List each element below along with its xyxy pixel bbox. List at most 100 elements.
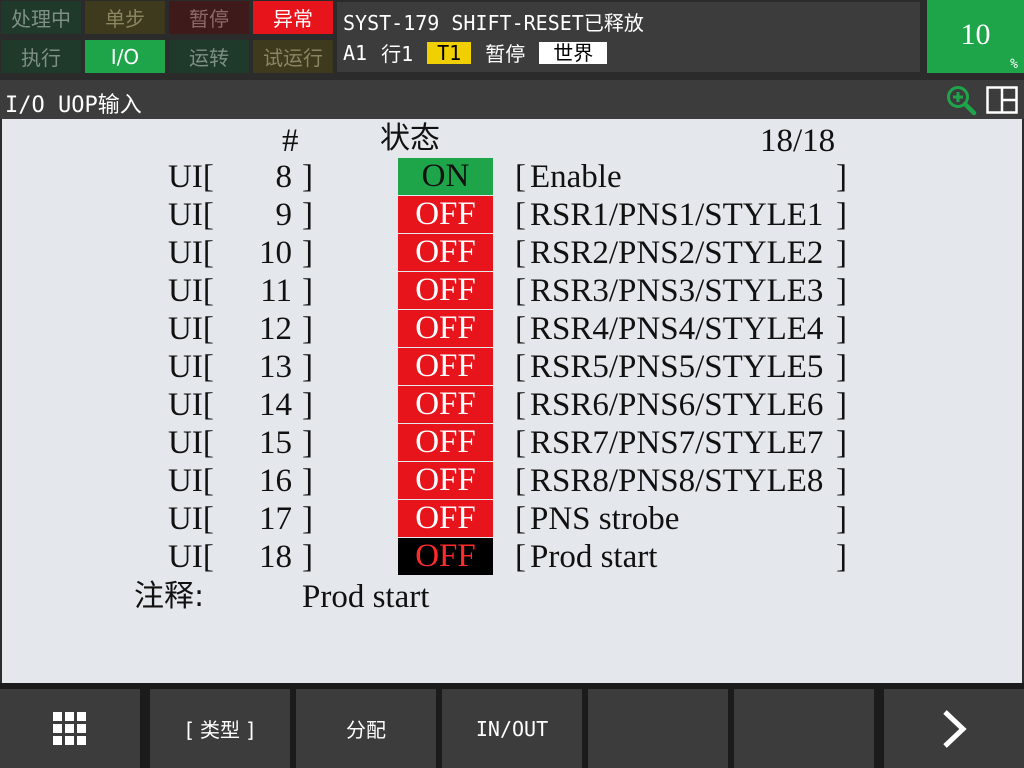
signal-comment: RSR1/PNS1/STYLE1 xyxy=(530,197,824,233)
signal-state[interactable]: OFF xyxy=(398,424,493,461)
signal-number: 15 xyxy=(259,425,292,461)
signal-state[interactable]: ON xyxy=(398,158,493,195)
comment-label: 注释: xyxy=(134,579,205,614)
speed-override-button[interactable]: 10 % xyxy=(927,0,1024,73)
coord-system-badge: 世界 xyxy=(539,41,608,64)
io-row[interactable]: UI[16] OFF [RSR8/PNS8/STYLE8] xyxy=(2,462,1022,500)
config-button[interactable]: 分配 xyxy=(296,689,436,768)
mode-badge: T1 xyxy=(427,41,472,64)
chevron-right-icon xyxy=(943,709,967,748)
signal-comment: RSR3/PNS3/STYLE3 xyxy=(530,273,824,309)
signal-comment: Enable xyxy=(530,159,622,195)
signal-comment: Prod start xyxy=(530,539,658,575)
signal-bracket: ] xyxy=(302,197,313,233)
signal-prefix: UI[ xyxy=(168,349,214,385)
signal-bracket: ] xyxy=(302,501,313,537)
group-label: A1 xyxy=(343,40,368,65)
status-indicator: 运转 xyxy=(169,40,249,73)
signal-state[interactable]: OFF xyxy=(398,310,493,347)
signal-number: 13 xyxy=(259,349,292,385)
signal-state[interactable]: OFF xyxy=(398,386,493,423)
signal-number: 16 xyxy=(259,463,292,499)
signal-bracket: ] xyxy=(302,387,313,423)
io-row[interactable]: UI[9] OFF [RSR1/PNS1/STYLE1] xyxy=(2,196,1022,234)
line-label: 行1 xyxy=(381,42,414,66)
signal-comment: RSR2/PNS2/STYLE2 xyxy=(530,235,824,271)
comment-close-bracket: ] xyxy=(836,387,847,423)
signal-bracket: ] xyxy=(302,235,313,271)
status-indicator: I/O xyxy=(85,40,165,73)
signal-state[interactable]: OFF xyxy=(398,272,493,309)
comment-close-bracket: ] xyxy=(836,349,847,385)
config-button-label: 分配 xyxy=(346,718,386,742)
signal-number: 14 xyxy=(259,387,292,423)
io-row[interactable]: UI[12] OFF [RSR4/PNS4/STYLE4] xyxy=(2,310,1022,348)
io-row[interactable]: UI[13] OFF [RSR5/PNS5/STYLE5] xyxy=(2,348,1022,386)
comment-close-bracket: ] xyxy=(836,311,847,347)
signal-state[interactable]: OFF xyxy=(398,462,493,499)
comment-open-bracket: [ xyxy=(515,235,526,271)
comment-open-bracket: [ xyxy=(515,387,526,423)
signal-number: 11 xyxy=(260,273,292,309)
signal-bracket: ] xyxy=(302,159,313,195)
signal-prefix: UI[ xyxy=(168,235,214,271)
io-row[interactable]: UI[8] ON [Enable] xyxy=(2,158,1022,196)
io-row[interactable]: UI[18] OFF [Prod start] xyxy=(2,538,1022,576)
alarm-message: SYST-179 SHIFT-RESET已释放 xyxy=(343,11,644,35)
signal-prefix: UI[ xyxy=(168,463,214,499)
signal-bracket: ] xyxy=(302,349,313,385)
comment-close-bracket: ] xyxy=(836,539,847,575)
io-row[interactable]: UI[15] OFF [RSR7/PNS7/STYLE7] xyxy=(2,424,1022,462)
signal-state[interactable]: OFF xyxy=(398,538,493,575)
io-row[interactable]: UI[14] OFF [RSR6/PNS6/STYLE6] xyxy=(2,386,1022,424)
in-out-button[interactable]: IN/OUT xyxy=(442,689,582,768)
f4-button[interactable] xyxy=(588,689,728,768)
status-indicator: 处理中 xyxy=(1,1,81,34)
signal-bracket: ] xyxy=(302,425,313,461)
comment-close-bracket: ] xyxy=(836,501,847,537)
signal-state[interactable]: OFF xyxy=(398,196,493,233)
comment-open-bracket: [ xyxy=(515,159,526,195)
signal-comment: RSR6/PNS6/STYLE6 xyxy=(530,387,824,423)
comment-open-bracket: [ xyxy=(515,501,526,537)
type-button[interactable]: [ 类型 ] xyxy=(150,689,290,768)
signal-state[interactable]: OFF xyxy=(398,234,493,271)
override-value: 10 xyxy=(960,18,991,51)
split-window-icon[interactable] xyxy=(986,86,1018,114)
page-title: I/O UOP输入 xyxy=(5,93,142,118)
status-indicator: 暂停 xyxy=(169,1,249,34)
signal-prefix: UI[ xyxy=(168,159,214,195)
alarm-message-panel: SYST-179 SHIFT-RESET已释放 A1 行1 T1 暂停 世界 xyxy=(337,2,920,72)
zoom-in-icon[interactable] xyxy=(945,84,977,116)
program-state: 暂停 xyxy=(485,42,526,66)
override-unit: % xyxy=(1010,57,1018,72)
signal-bracket: ] xyxy=(302,539,313,575)
signal-prefix: UI[ xyxy=(168,501,214,537)
status-indicator: 执行 xyxy=(1,40,81,73)
signal-state[interactable]: OFF xyxy=(398,500,493,537)
io-row[interactable]: UI[17] OFF [PNS strobe] xyxy=(2,500,1022,538)
signal-comment: RSR5/PNS5/STYLE5 xyxy=(530,349,824,385)
io-table-panel: # 状态 18/18 UI[8] ON[Enable] UI[9] OFF[RSR1/… xyxy=(2,119,1022,683)
comment-open-bracket: [ xyxy=(515,311,526,347)
f5-button[interactable] xyxy=(734,689,874,768)
comment-close-bracket: ] xyxy=(836,159,847,195)
signal-state[interactable]: OFF xyxy=(398,348,493,385)
status-indicator: 试运行 xyxy=(253,40,333,73)
comment-open-bracket: [ xyxy=(515,539,526,575)
signal-comment: RSR8/PNS8/STYLE8 xyxy=(530,463,824,499)
signal-number: 10 xyxy=(259,235,292,271)
menu-button[interactable] xyxy=(0,689,140,768)
page-indicator: 18/18 xyxy=(760,123,836,159)
io-row[interactable]: UI[10] OFF [RSR2/PNS2/STYLE2] xyxy=(2,234,1022,272)
comment-close-bracket: ] xyxy=(836,463,847,499)
io-row[interactable]: UI[11] OFF [RSR3/PNS3/STYLE3] xyxy=(2,272,1022,310)
signal-prefix: UI[ xyxy=(168,539,214,575)
signal-prefix: UI[ xyxy=(168,425,214,461)
comment-close-bracket: ] xyxy=(836,273,847,309)
signal-number: 9 xyxy=(275,197,293,233)
next-page-button[interactable] xyxy=(884,689,1024,768)
signal-bracket: ] xyxy=(302,311,313,347)
screen-title-bar: I/O UOP输入 xyxy=(0,80,1024,119)
grid-menu-icon xyxy=(53,711,87,746)
